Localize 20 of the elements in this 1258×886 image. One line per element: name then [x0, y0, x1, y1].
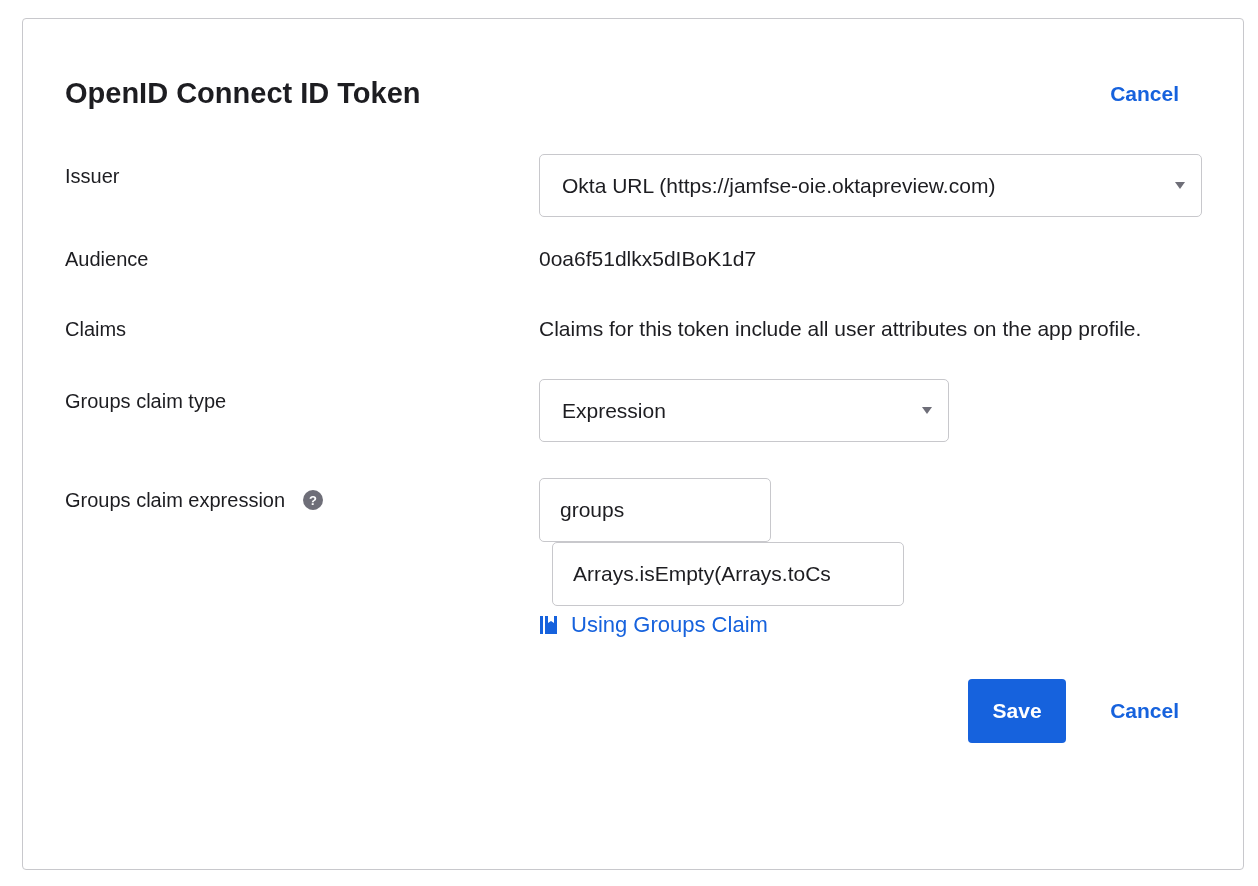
cancel-link[interactable]: Cancel — [1110, 699, 1179, 723]
field-label: Audience — [65, 247, 150, 272]
field-label: Claims — [65, 317, 128, 342]
field-value: Claims for this token include all user attributes on the app profile. — [539, 316, 1143, 342]
caret-icon — [1175, 182, 1185, 189]
docs-link[interactable]: Using Groups Claim — [539, 612, 768, 638]
save-button[interactable]: Save — [968, 679, 1067, 743]
field-label: Issuer — [65, 164, 121, 189]
field-label: Groups claim expression — [65, 488, 286, 513]
caret-icon — [922, 407, 932, 414]
field-value: 0oa6f51dlkx5dIBoK1d7 — [539, 246, 758, 272]
input-field[interactable]: Arrays.isEmpty(Arrays.toCs — [552, 542, 904, 606]
book-icon — [539, 615, 559, 635]
select-field[interactable]: Expression — [539, 379, 949, 442]
help-icon[interactable]: ? — [303, 490, 324, 510]
select-field[interactable]: Okta URL (https://jamfse-oie.oktapreview.com) — [539, 154, 1202, 217]
dialog-title: OpenID Connect ID Token — [65, 77, 421, 110]
input-field[interactable]: groups — [539, 478, 771, 542]
field-label: Groups claim type — [65, 389, 228, 414]
cancel-link[interactable]: Cancel — [1110, 81, 1179, 106]
